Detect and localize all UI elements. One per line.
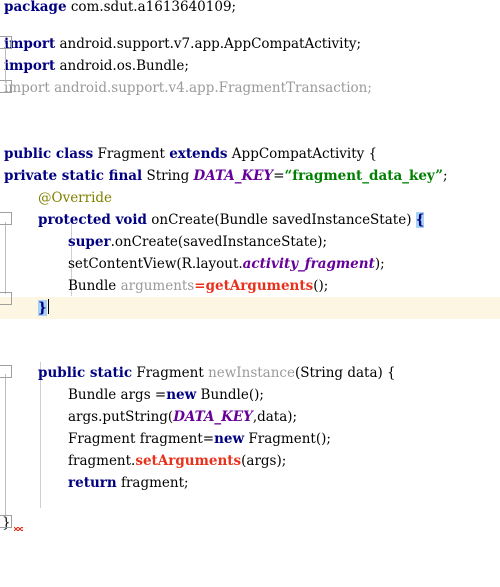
- code-line[interactable]: public static Fragment newInstance(Strin…: [38, 362, 396, 384]
- code-token: DATA_KEY: [173, 409, 253, 425]
- code-token: Fragment: [132, 365, 209, 381]
- code-token: String: [142, 168, 194, 184]
- fold-marker-arm-bottom: [0, 86, 12, 93]
- code-editor[interactable]: package com.sdut.a1613640109; import andr…: [0, 0, 500, 587]
- fold-marker-class-end[interactable]: [0, 515, 13, 528]
- code-token: protected void: [38, 212, 147, 228]
- fold-marker-oncreate-end[interactable]: [0, 292, 13, 305]
- code-token: new: [166, 387, 197, 403]
- code-token: private static final: [4, 168, 143, 184]
- fold-marker-arm-bottom: [0, 42, 12, 49]
- code-token: DATA_KEY: [193, 168, 274, 184]
- code-token: setArguments: [135, 453, 242, 469]
- fold-marker-arm-bottom: [0, 521, 12, 528]
- code-line[interactable]: super.onCreate(savedInstanceState);: [68, 231, 327, 253]
- fold-region-class: [5, 374, 6, 516]
- text-caret: [47, 299, 49, 314]
- code-token: return: [68, 475, 117, 491]
- code-token: @Override: [38, 190, 113, 206]
- code-token: args.putString(: [68, 409, 174, 425]
- code-token: com.sdut.a1613640109;: [66, 0, 237, 15]
- code-token: Bundle: [68, 278, 121, 294]
- code-token: fragment;: [116, 475, 189, 491]
- code-token: Fragment fragment=: [68, 431, 215, 447]
- error-squiggle-class-end: [14, 527, 23, 531]
- code-token: android.support.v7.app.AppCompatActivity…: [55, 36, 362, 52]
- code-line[interactable]: public class Fragment extends AppCompatA…: [4, 143, 377, 165]
- code-token: setContentView(R.layout.: [68, 256, 243, 272]
- code-line[interactable]: package com.sdut.a1613640109;: [4, 0, 236, 18]
- code-line[interactable]: import android.support.v4.app.FragmentTr…: [4, 77, 372, 99]
- fold-marker-arm-bottom: [0, 218, 12, 225]
- fold-marker-import-v4[interactable]: [0, 80, 13, 93]
- code-token: arguments: [120, 278, 195, 294]
- code-line[interactable]: import android.os.Bundle;: [4, 55, 189, 77]
- code-token: android.support.v4.app.FragmentTransacti…: [49, 80, 372, 96]
- code-token: fragment.: [68, 453, 136, 469]
- code-line[interactable]: protected void onCreate(Bundle savedInst…: [38, 209, 425, 231]
- code-token: Fragment: [93, 146, 170, 162]
- code-token: onCreate(Bundle savedInstanceState): [146, 212, 416, 228]
- code-token: package: [4, 0, 67, 15]
- code-token: }: [38, 300, 47, 316]
- code-token: ,data);: [252, 409, 298, 425]
- code-token: extends: [169, 146, 228, 162]
- code-token: ();: [313, 278, 329, 294]
- code-line[interactable]: fragment.setArguments(args);: [68, 450, 286, 472]
- code-token: =: [194, 278, 206, 294]
- code-token: import: [4, 58, 56, 74]
- code-token: android.os.Bundle;: [55, 58, 189, 74]
- code-token: );: [374, 256, 385, 272]
- code-token: AppCompatActivity {: [227, 146, 378, 162]
- fold-marker-arm-bottom: [0, 298, 12, 305]
- code-line[interactable]: Fragment fragment=new Fragment();: [68, 428, 331, 450]
- code-line[interactable]: setContentView(R.layout.activity_fragmen…: [68, 253, 385, 275]
- code-line[interactable]: }: [38, 297, 49, 319]
- code-token: new: [214, 431, 245, 447]
- code-line[interactable]: Bundle arguments=getArguments();: [68, 275, 328, 297]
- fold-marker-arm-bottom: [0, 371, 12, 378]
- code-token: activity_fragment: [242, 256, 375, 272]
- code-line[interactable]: args.putString(DATA_KEY,data);: [68, 406, 297, 428]
- code-token: newInstance: [208, 365, 295, 381]
- code-token: (String data) {: [294, 365, 396, 381]
- code-token: super: [68, 234, 111, 250]
- fold-marker-oncreate[interactable]: [0, 212, 13, 225]
- code-token: getArguments: [205, 278, 314, 294]
- fold-marker-newinstance[interactable]: [0, 365, 13, 378]
- code-line[interactable]: import android.support.v7.app.AppCompatA…: [4, 33, 361, 55]
- code-token: =: [273, 168, 285, 184]
- code-line[interactable]: private static final String DATA_KEY=“fr…: [4, 165, 448, 187]
- code-token: Fragment();: [244, 431, 331, 447]
- code-line[interactable]: @Override: [38, 187, 112, 209]
- code-token: (args);: [241, 453, 287, 469]
- code-token: .onCreate(savedInstanceState);: [110, 234, 328, 250]
- code-token: ;: [443, 168, 448, 184]
- code-token: {: [415, 212, 425, 228]
- code-token: public class: [4, 146, 94, 162]
- code-token: Bundle();: [196, 387, 264, 403]
- fold-region-imports: [5, 44, 6, 82]
- fold-marker-imports[interactable]: [0, 36, 13, 49]
- code-line[interactable]: return fragment;: [68, 472, 189, 494]
- current-line-highlight: [0, 297, 500, 319]
- code-token: Bundle args =: [68, 387, 167, 403]
- code-token: “fragment_data_key”: [284, 168, 444, 184]
- fold-region-oncreate: [5, 222, 6, 294]
- code-line[interactable]: Bundle args =new Bundle();: [68, 384, 264, 406]
- code-token: public static: [38, 365, 133, 381]
